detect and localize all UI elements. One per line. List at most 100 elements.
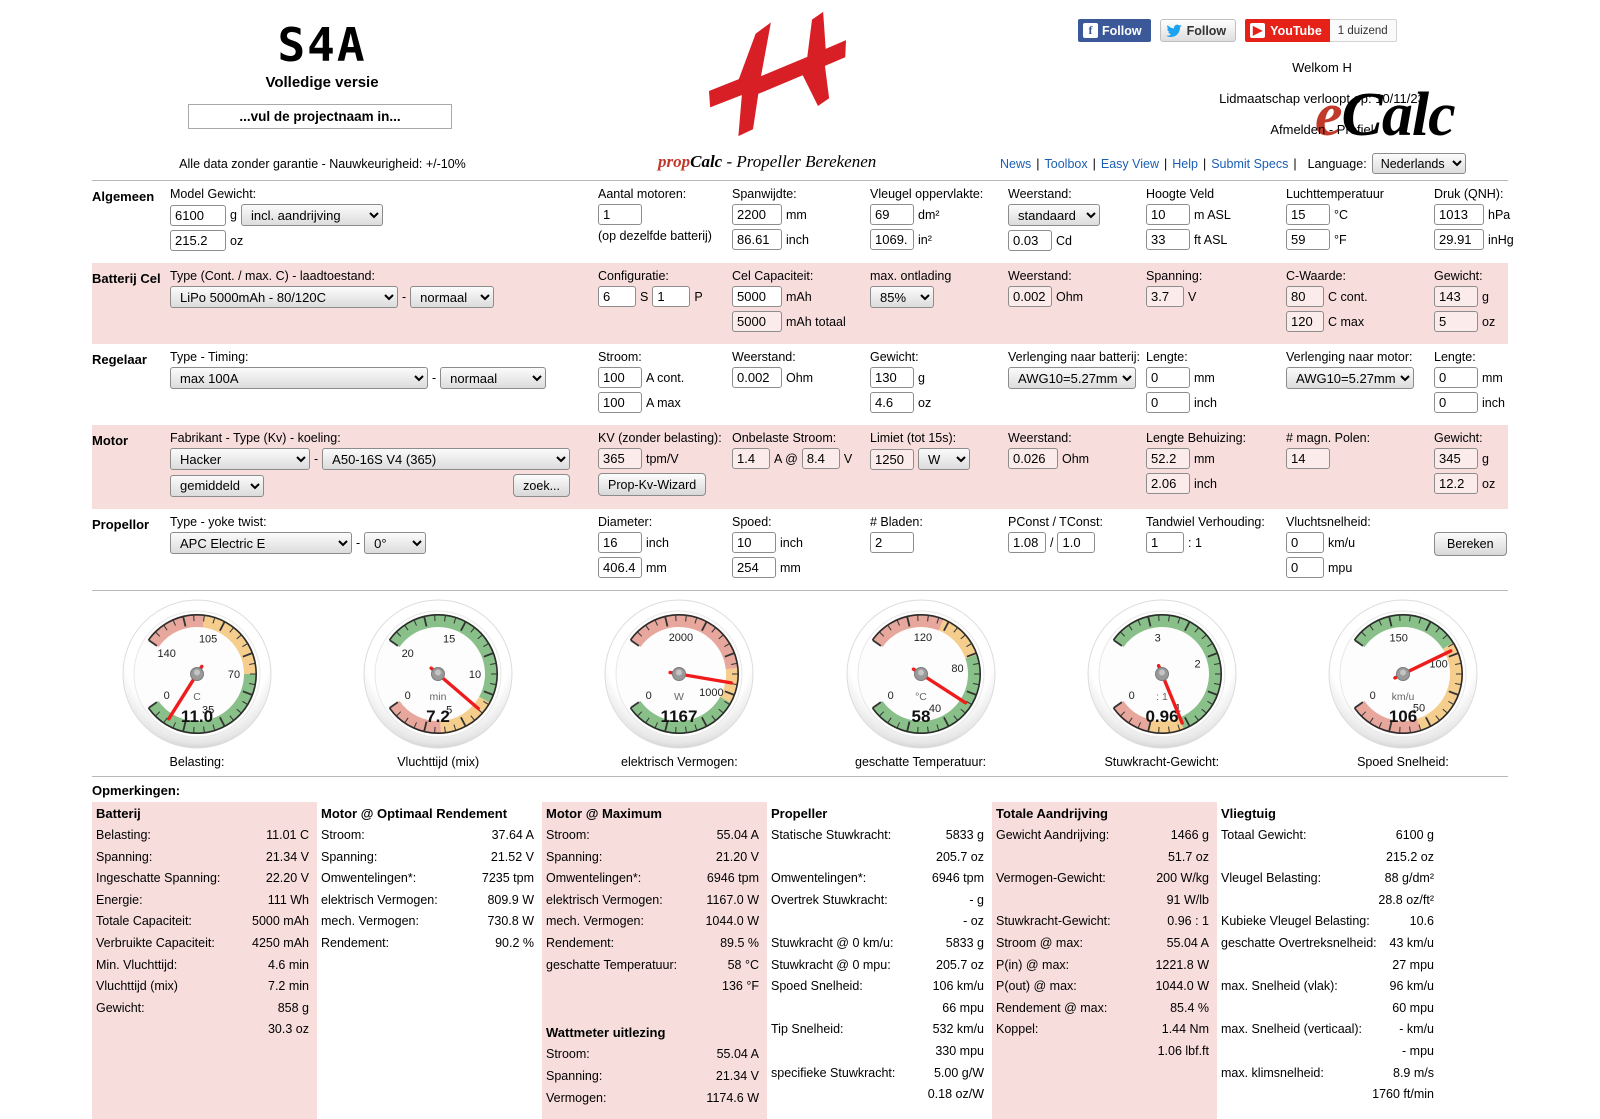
- vleugel-in2-input[interactable]: [870, 229, 914, 250]
- dash-sep-esc: -: [432, 371, 436, 385]
- diameter-mm-input[interactable]: [598, 557, 642, 578]
- nav-toolbox[interactable]: Toolbox: [1045, 157, 1088, 171]
- motor-fabrikant-select[interactable]: Hacker: [170, 448, 310, 470]
- facebook-follow-button[interactable]: f Follow: [1078, 19, 1151, 42]
- hoogte-m-input[interactable]: [1146, 204, 1190, 225]
- yoke-twist-select[interactable]: 0°: [364, 532, 426, 554]
- aantal-motoren-input[interactable]: [598, 204, 642, 225]
- cel-spanning-input[interactable]: [1146, 286, 1184, 307]
- weerstand-type-select[interactable]: standaard: [1008, 204, 1100, 226]
- regelaar-type-select[interactable]: max 100A: [170, 367, 428, 389]
- result-key: Kubieke Vleugel Belasting:: [1221, 911, 1370, 933]
- bereken-button[interactable]: Bereken: [1434, 532, 1507, 556]
- label-lengte-batterij: Lengte:: [1146, 350, 1276, 364]
- kv-input[interactable]: [598, 448, 642, 469]
- polen-input[interactable]: [1286, 448, 1330, 469]
- nav-submit-specs[interactable]: Submit Specs: [1211, 157, 1288, 171]
- vleugel-dm2-input[interactable]: [870, 204, 914, 225]
- result-row: max. Snelheid (vlak): 96 km/u: [1221, 976, 1434, 998]
- druk-inhg-input[interactable]: [1434, 229, 1484, 250]
- unit-a-cont: A cont.: [646, 371, 684, 385]
- language-select[interactable]: Nederlands: [1372, 153, 1466, 174]
- unit-inch: inch: [786, 233, 809, 247]
- result-value: 1044.0 W: [1155, 976, 1209, 998]
- zoek-button[interactable]: zoek...: [513, 474, 570, 497]
- bladen-input[interactable]: [870, 532, 914, 553]
- ontlading-select[interactable]: 85%: [870, 286, 934, 308]
- gauge-vermogen: 010002000W1167 elektrisch Vermogen:: [604, 599, 754, 776]
- verlenging-batterij-select[interactable]: AWG10=5.27mm²: [1008, 367, 1136, 389]
- accuracy-disclaimer: Alle data zonder garantie - Nauwkeurighe…: [170, 157, 475, 171]
- spoed-mm-input[interactable]: [732, 557, 776, 578]
- esc-gewicht-g-input[interactable]: [870, 367, 914, 388]
- esc-a-max-input[interactable]: [598, 392, 642, 413]
- timing-select[interactable]: normaal: [440, 367, 546, 389]
- batterij-gewicht-oz-input[interactable]: [1434, 311, 1478, 332]
- batterij-weerstand-input[interactable]: [1008, 286, 1052, 307]
- motor-koeling-select[interactable]: gemiddeld: [170, 475, 264, 497]
- result-value: 28.8 oz/ft²: [1378, 890, 1434, 912]
- account-links[interactable]: Afmelden - Profiel: [1122, 122, 1522, 137]
- vluchtsnelheid-kmu-input[interactable]: [1286, 532, 1324, 553]
- result-row: 215.2 oz: [1221, 847, 1434, 869]
- onbelast-v-input[interactable]: [802, 448, 840, 469]
- unit-tpm-v: tpm/V: [646, 452, 679, 466]
- model-gewicht-oz-input[interactable]: [170, 230, 226, 251]
- motor-gewicht-oz-input[interactable]: [1434, 473, 1478, 494]
- lengte-motor-mm-input[interactable]: [1434, 367, 1478, 388]
- lengte-motor-inch-input[interactable]: [1434, 392, 1478, 413]
- behuizing-inch-input[interactable]: [1146, 473, 1190, 494]
- prop-kv-wizard-button[interactable]: Prop-Kv-Wizard: [598, 473, 706, 496]
- gauge-tick-label: 120: [913, 632, 931, 644]
- temp-f-input[interactable]: [1286, 229, 1330, 250]
- cd-input[interactable]: [1008, 230, 1052, 251]
- cells-parallel-input[interactable]: [652, 286, 690, 307]
- limiet-input[interactable]: [870, 449, 914, 470]
- onbelast-a-input[interactable]: [732, 448, 770, 469]
- motor-gewicht-g-input[interactable]: [1434, 448, 1478, 469]
- motor-model-select[interactable]: A50-16S V4 (365): [322, 448, 570, 470]
- esc-gewicht-oz-input[interactable]: [870, 392, 914, 413]
- model-gewicht-g-input[interactable]: [170, 205, 226, 226]
- twitter-follow-button[interactable]: Follow: [1160, 19, 1237, 42]
- nav-news[interactable]: News: [1000, 157, 1031, 171]
- spanwijdte-inch-input[interactable]: [732, 229, 782, 250]
- limiet-unit-select[interactable]: W: [918, 448, 970, 470]
- druk-hpa-input[interactable]: [1434, 204, 1484, 225]
- gauge-value: 0.96: [1145, 707, 1178, 726]
- nav-help[interactable]: Help: [1172, 157, 1198, 171]
- pconst-input[interactable]: [1008, 532, 1046, 553]
- project-name-input[interactable]: ...vul de projectnaam in...: [188, 104, 452, 129]
- spoed-inch-input[interactable]: [732, 532, 776, 553]
- title-rest: - Propeller Berekenen: [722, 152, 876, 171]
- lengte-batt-inch-input[interactable]: [1146, 392, 1190, 413]
- vluchtsnelheid-mpu-input[interactable]: [1286, 557, 1324, 578]
- c-max-input[interactable]: [1286, 311, 1324, 332]
- batterij-gewicht-g-input[interactable]: [1434, 286, 1478, 307]
- behuizing-mm-input[interactable]: [1146, 448, 1190, 469]
- diameter-inch-input[interactable]: [598, 532, 642, 553]
- lengte-batt-mm-input[interactable]: [1146, 367, 1190, 388]
- result-value: 0.96 : 1: [1167, 911, 1209, 933]
- verlenging-motor-select[interactable]: AWG10=5.27mm²: [1286, 367, 1414, 389]
- tconst-input[interactable]: [1057, 532, 1095, 553]
- esc-a-cont-input[interactable]: [598, 367, 642, 388]
- hoogte-ft-input[interactable]: [1146, 229, 1190, 250]
- unit-cd: Cd: [1056, 234, 1072, 248]
- cells-serie-input[interactable]: [598, 286, 636, 307]
- temp-c-input[interactable]: [1286, 204, 1330, 225]
- laadtoestand-select[interactable]: normaal: [410, 286, 494, 308]
- spanwijdte-mm-input[interactable]: [732, 204, 782, 225]
- nav-easy-view[interactable]: Easy View: [1101, 157, 1159, 171]
- cel-capaciteit-input[interactable]: [732, 286, 782, 307]
- gewicht-mode-select[interactable]: incl. aandrijving: [241, 204, 383, 226]
- c-cont-input[interactable]: [1286, 286, 1324, 307]
- youtube-subscribe-button[interactable]: ▶ YouTube: [1245, 19, 1330, 42]
- result-key: Belasting:: [96, 825, 151, 847]
- unit-p: P: [694, 290, 702, 304]
- esc-weerstand-input[interactable]: [732, 367, 782, 388]
- tandwiel-input[interactable]: [1146, 532, 1184, 553]
- batterij-type-select[interactable]: LiPo 5000mAh - 80/120C: [170, 286, 398, 308]
- motor-weerstand-input[interactable]: [1008, 448, 1058, 469]
- prop-type-select[interactable]: APC Electric E: [170, 532, 352, 554]
